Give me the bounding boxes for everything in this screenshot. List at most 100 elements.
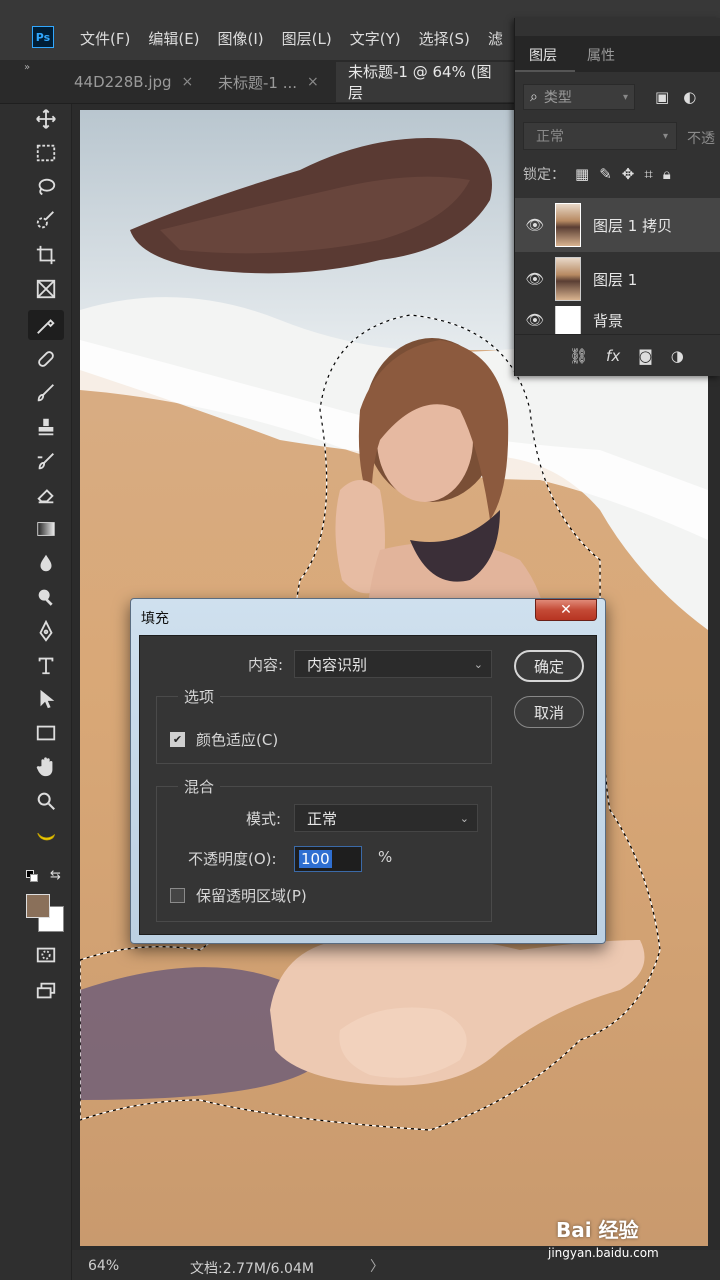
chevron-down-icon: ▾ <box>662 130 668 142</box>
eraser-icon[interactable] <box>28 480 64 510</box>
content-select[interactable]: 内容识别 ⌄ <box>294 650 492 678</box>
photoshop-logo-icon: Ps <box>32 26 54 48</box>
dialog-body: 内容: 内容识别 ⌄ 选项 ✔ 颜色适应(C) 混合 模式: 正常 ⌄ 不透明度… <box>139 635 597 935</box>
layers-bottom-bar: ⛓︎ fx ◙ ◑ <box>515 334 720 376</box>
eye-icon[interactable]: 👁︎ <box>515 216 555 234</box>
layers-panel-tabs: 图层 属性 <box>515 36 720 72</box>
tab-label: 未标题-1 ... <box>218 73 298 92</box>
ok-button[interactable]: 确定 <box>514 650 584 682</box>
link-layers-icon[interactable]: ⛓︎ <box>569 347 588 365</box>
hand-icon[interactable] <box>28 752 64 782</box>
tab-layers[interactable]: 图层 <box>529 45 557 65</box>
marquee-icon[interactable] <box>28 138 64 168</box>
tab-close-icon[interactable]: × <box>307 74 319 90</box>
blend-mode-select[interactable]: 正常 ▾ <box>523 122 677 150</box>
lock-row: 锁定： ▦ ✎ ✥ ⌗ 🔒︎ <box>523 164 671 184</box>
dodge-icon[interactable] <box>28 582 64 612</box>
history-brush-icon[interactable] <box>28 446 64 476</box>
eye-icon[interactable]: 👁︎ <box>515 311 555 329</box>
layer-mask-icon[interactable]: ◙ <box>638 347 653 365</box>
menu-file[interactable]: 文件(F) <box>80 28 130 49</box>
lock-pixels-icon[interactable]: ✎ <box>599 165 612 183</box>
tab-untitled-1-active[interactable]: 未标题-1 @ 64% (图层 <box>336 62 516 102</box>
screen-mode-icon[interactable] <box>28 976 64 1006</box>
tab-44d228b[interactable]: 44D228B.jpg × <box>74 62 193 102</box>
content-label: 内容: <box>248 656 284 674</box>
lock-label: 锁定： <box>523 167 565 183</box>
layer-filter-select[interactable]: ⌕ 类型 ▾ <box>523 84 635 110</box>
stamp-icon[interactable] <box>28 412 64 442</box>
chevron-down-icon: ⌄ <box>459 811 469 825</box>
mode-select[interactable]: 正常 ⌄ <box>294 804 478 832</box>
blend-mode-value: 正常 <box>536 129 564 145</box>
adjustment-filter-icon[interactable]: ◐ <box>683 88 696 106</box>
eye-icon[interactable]: 👁︎ <box>515 270 555 288</box>
menu-layer[interactable]: 图层(L) <box>282 28 332 49</box>
tab-properties[interactable]: 属性 <box>587 45 615 65</box>
tab-untitled-1[interactable]: 未标题-1 ... × <box>218 62 319 102</box>
swap-colors-icon[interactable]: ⇆ <box>50 868 61 883</box>
close-button[interactable]: ✕ <box>535 599 597 621</box>
preserve-transparency-label: 保留透明区域(P) <box>196 887 307 905</box>
healing-brush-icon[interactable] <box>28 344 64 374</box>
menu-edit[interactable]: 编辑(E) <box>148 28 199 49</box>
collapse-panels-icon[interactable]: » <box>24 62 30 73</box>
opacity-input[interactable]: 100 <box>294 846 362 872</box>
menu-image[interactable]: 图像(I) <box>218 28 264 49</box>
layers-panel: 图层 属性 ⌕ 类型 ▾ ▣ ◐ 正常 ▾ 不透 锁定： ▦ ✎ ✥ ⌗ 🔒︎ … <box>514 18 720 376</box>
opacity-label: 不透明度(O): <box>188 850 277 868</box>
status-menu-arrow-icon[interactable]: 〉 <box>370 1256 384 1276</box>
document-size: 文档:2.77M/6.04M <box>190 1261 314 1277</box>
adjustment-layer-icon[interactable]: ◑ <box>671 347 684 365</box>
tab-close-icon[interactable]: × <box>182 74 194 90</box>
brush-icon[interactable] <box>28 378 64 408</box>
lock-all-icon[interactable]: 🔒︎ <box>663 165 671 183</box>
fx-icon[interactable]: fx <box>606 347 620 365</box>
layer-row-background[interactable]: 👁︎ 背景 <box>515 306 720 334</box>
lock-position-icon[interactable]: ✥ <box>622 165 635 183</box>
gradient-icon[interactable] <box>28 514 64 544</box>
layer-thumbnail <box>555 306 581 334</box>
crop-icon[interactable] <box>28 240 64 270</box>
main-menu: 文件(F) 编辑(E) 图像(I) 图层(L) 文字(Y) 选择(S) 滤 <box>80 28 521 49</box>
lasso-icon[interactable] <box>28 172 64 202</box>
layer-row-layer-1-copy[interactable]: 👁︎ 图层 1 拷贝 <box>515 198 720 252</box>
type-icon[interactable] <box>28 650 64 680</box>
zoom-level[interactable]: 64% <box>88 1258 119 1274</box>
lock-transparency-icon[interactable]: ▦ <box>575 165 589 183</box>
quick-mask-icon[interactable] <box>28 940 64 970</box>
layer-row-layer-1[interactable]: 👁︎ 图层 1 <box>515 252 720 306</box>
image-filter-icon[interactable]: ▣ <box>655 88 669 106</box>
pen-icon[interactable] <box>28 616 64 646</box>
active-tab-underline <box>515 70 575 72</box>
path-select-icon[interactable] <box>28 684 64 714</box>
banana-icon[interactable] <box>28 820 64 850</box>
color-adapt-checkbox[interactable]: ✔ <box>170 732 185 747</box>
chevron-down-icon: ⌄ <box>473 657 483 671</box>
default-colors-icon[interactable] <box>26 870 38 882</box>
menu-filter[interactable]: 滤 <box>488 28 503 49</box>
blur-icon[interactable] <box>28 548 64 578</box>
eyedropper-icon[interactable] <box>28 310 64 340</box>
tab-label: 未标题-1 @ 64% (图层 <box>348 63 492 102</box>
frame-icon[interactable] <box>28 274 64 304</box>
preserve-transparency-checkbox[interactable] <box>170 888 185 903</box>
color-adapt-label: 颜色适应(C) <box>196 731 279 749</box>
mode-value: 正常 <box>307 809 338 828</box>
zoom-icon[interactable] <box>28 786 64 816</box>
quick-select-icon[interactable] <box>28 206 64 236</box>
menu-select[interactable]: 选择(S) <box>419 28 470 49</box>
opacity-unit: % <box>378 848 393 866</box>
opacity-value: 100 <box>299 850 332 868</box>
layer-thumbnail <box>555 257 581 301</box>
rectangle-icon[interactable] <box>28 718 64 748</box>
cancel-button[interactable]: 取消 <box>514 696 584 728</box>
tab-label: 44D228B.jpg <box>74 73 172 91</box>
move-icon[interactable] <box>28 104 64 134</box>
menu-type[interactable]: 文字(Y) <box>350 28 401 49</box>
foreground-color-swatch[interactable] <box>26 894 50 918</box>
fill-dialog: 填充 ✕ 内容: 内容识别 ⌄ 选项 ✔ 颜色适应(C) 混合 模式: 正常 ⌄… <box>130 598 606 944</box>
layer-thumbnail <box>555 203 581 247</box>
chevron-down-icon: ▾ <box>622 91 628 103</box>
lock-artboard-icon[interactable]: ⌗ <box>644 165 652 183</box>
